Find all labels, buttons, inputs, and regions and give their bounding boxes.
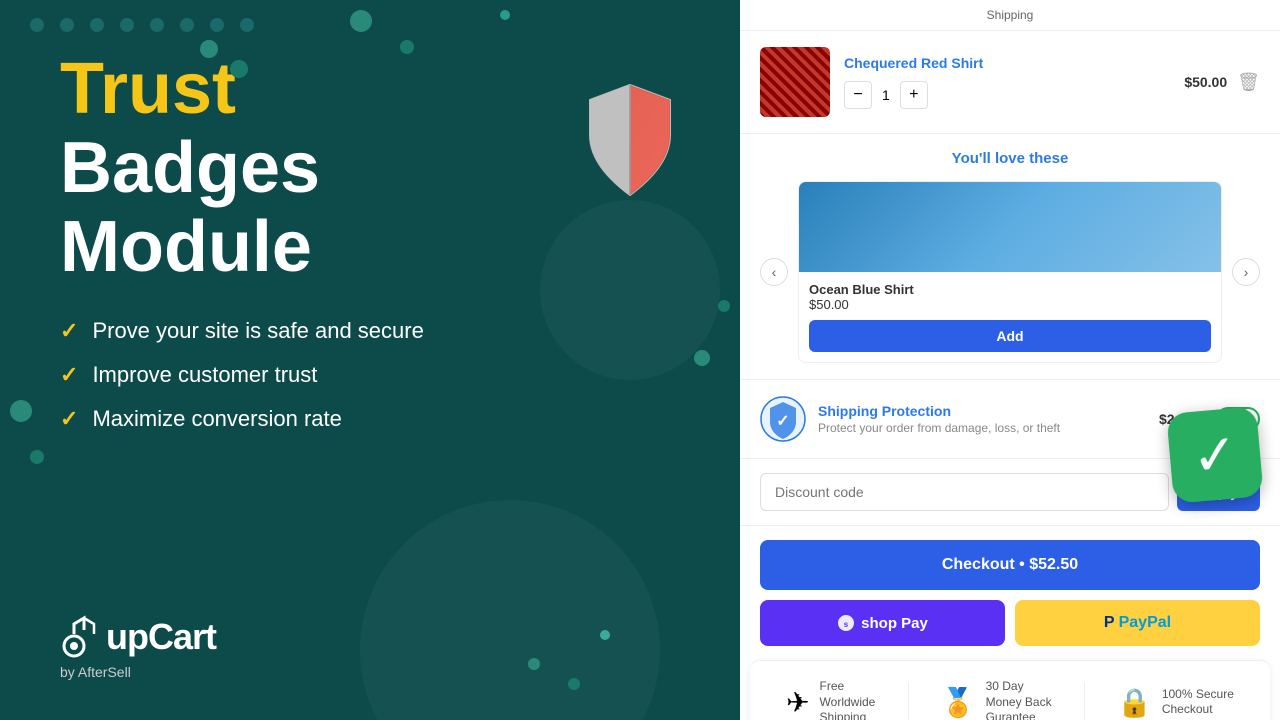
shipping-label: Shipping xyxy=(987,8,1034,22)
upsell-section: You'll love these ‹ Ocean Blue Shirt $50… xyxy=(740,134,1280,380)
upsell-card-body: Ocean Blue Shirt $50.00 Add xyxy=(799,272,1221,362)
feature-text-2: Improve customer trust xyxy=(92,362,317,388)
cart-item-name: Chequered Red Shirt xyxy=(844,55,1184,71)
shield-icon xyxy=(580,80,680,205)
carousel-prev-button[interactable]: ‹ xyxy=(760,258,788,286)
shop-pay-label: shop Pay xyxy=(861,615,928,632)
shipping-header: Shipping xyxy=(740,0,1280,31)
paypal-button[interactable]: P PayPal xyxy=(1015,600,1260,646)
feature-text-3: Maximize conversion rate xyxy=(92,406,341,432)
upsell-product-price: $50.00 xyxy=(809,297,1211,312)
payment-buttons: s shop Pay P PayPal xyxy=(740,600,1280,660)
shop-pay-button[interactable]: s shop Pay xyxy=(760,600,1005,646)
discount-code-input[interactable] xyxy=(760,473,1169,511)
upsell-title: You'll love these xyxy=(760,150,1260,167)
paypal-label: PayPal xyxy=(1119,614,1171,632)
green-checkmark-badge: ✓ xyxy=(1166,406,1264,504)
logo-area: up Cart by AfterSell xyxy=(60,614,216,680)
upsell-product-name: Ocean Blue Shirt xyxy=(809,282,1211,297)
right-panel[interactable]: Shipping Chequered Red Shirt − 1 + $50.0… xyxy=(740,0,1280,720)
upsell-add-button[interactable]: Add xyxy=(809,320,1211,352)
check-icon-1: ✓ xyxy=(60,318,78,344)
feature-item-3: ✓ Maximize conversion rate xyxy=(60,406,680,432)
trust-badges-section: ✈ Free Worldwide Shipping 🏅 30 Day Money… xyxy=(750,660,1270,720)
paypal-p-icon: P xyxy=(1104,614,1115,632)
quantity-increase-button[interactable]: + xyxy=(900,81,928,109)
upsell-card: Ocean Blue Shirt $50.00 Add xyxy=(798,181,1222,363)
cart-item-image xyxy=(760,47,830,117)
check-icon-2: ✓ xyxy=(60,362,78,388)
badge-separator-2 xyxy=(1084,682,1085,720)
upsell-product-image xyxy=(799,182,1221,272)
cart-item-price: $50.00 xyxy=(1184,74,1227,90)
delete-item-button[interactable]: 🗑 xyxy=(1237,72,1260,93)
quantity-controls: − 1 + xyxy=(844,81,1184,109)
upsell-carousel: ‹ Ocean Blue Shirt $50.00 Add › xyxy=(760,181,1260,363)
check-icon-3: ✓ xyxy=(60,406,78,432)
feature-text-1: Prove your site is safe and secure xyxy=(92,318,423,344)
quantity-value: 1 xyxy=(882,87,890,103)
svg-text:s: s xyxy=(844,620,849,629)
airplane-icon: ✈ xyxy=(786,686,809,719)
checkout-button[interactable]: Checkout • $52.50 xyxy=(760,540,1260,590)
badge-shipping-text: Free Worldwide Shipping xyxy=(820,679,876,720)
cart-item: Chequered Red Shirt − 1 + $50.00 🗑 xyxy=(740,31,1280,134)
medal-icon: 🏅 xyxy=(941,686,976,719)
badge-separator-1 xyxy=(908,682,909,720)
cart-item-details: Chequered Red Shirt − 1 + xyxy=(844,55,1184,109)
logo-icon xyxy=(60,614,106,660)
left-panel: Trust Badges Module ✓ Prove your site is… xyxy=(0,0,740,720)
protection-name: Shipping Protection xyxy=(818,403,1147,419)
shop-pay-icon: s xyxy=(837,614,855,632)
logo-subtitle: by AfterSell xyxy=(60,664,216,680)
quantity-decrease-button[interactable]: − xyxy=(844,81,872,109)
badge-moneyback: 🏅 30 Day Money Back Gurantee xyxy=(941,679,1052,720)
protection-description: Protect your order from damage, loss, or… xyxy=(818,421,1147,435)
svg-text:✓: ✓ xyxy=(776,413,789,430)
badge-secure-text: 100% Secure Checkout xyxy=(1162,687,1234,718)
protection-details: Shipping Protection Protect your order f… xyxy=(818,403,1147,435)
badge-secure: 🔒 100% Secure Checkout xyxy=(1117,686,1234,719)
protection-icon: ✓ xyxy=(760,396,806,442)
badge-shipping: ✈ Free Worldwide Shipping xyxy=(786,679,875,720)
lock-icon: 🔒 xyxy=(1117,686,1152,719)
carousel-next-button[interactable]: › xyxy=(1232,258,1260,286)
badge-moneyback-text: 30 Day Money Back Gurantee xyxy=(986,679,1052,720)
